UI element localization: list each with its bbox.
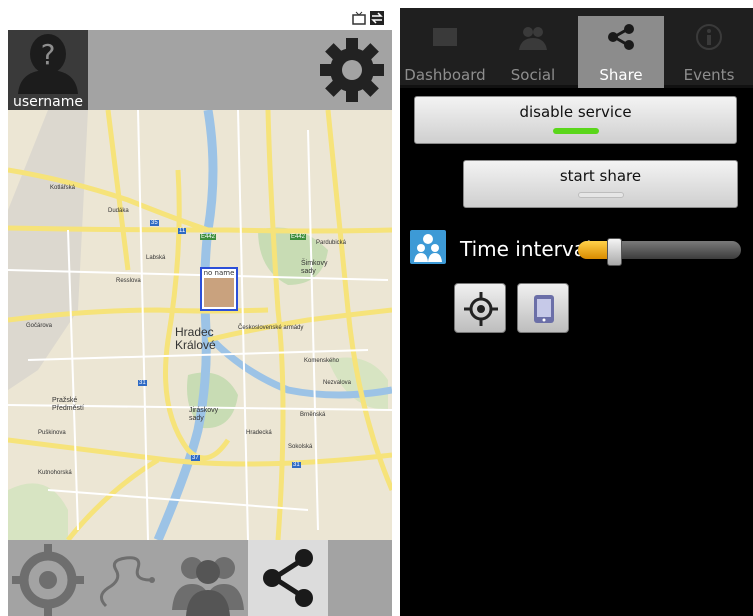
tab-label: Dashboard — [404, 66, 486, 84]
settings-gear-icon[interactable] — [316, 34, 388, 106]
district-label: Pražské Předměstí — [52, 397, 84, 412]
username-label: username — [13, 94, 83, 110]
crosshair-icon — [464, 292, 498, 326]
share-icon — [608, 24, 634, 50]
svg-text:?: ? — [41, 38, 56, 71]
time-interval-label: Time interval — [460, 237, 592, 261]
locate-me-button[interactable] — [454, 283, 506, 333]
slider-thumb[interactable] — [607, 238, 622, 266]
time-interval-icon — [410, 230, 446, 264]
street-label: Hradecká — [246, 430, 272, 436]
marker-label: no name — [203, 269, 235, 277]
phone-icon — [534, 295, 554, 323]
friends-icon — [172, 557, 244, 616]
share-icon — [263, 549, 313, 607]
street-label: Komenského — [304, 358, 340, 364]
disable-service-button[interactable]: disable service — [414, 96, 737, 144]
tab-events[interactable]: Events — [666, 16, 752, 88]
locate-nav-button[interactable] — [8, 540, 88, 616]
tab-label: Social — [510, 66, 556, 84]
road-shield: 11 — [178, 228, 187, 234]
route-nav-button[interactable] — [88, 540, 168, 616]
tab-share[interactable]: Share — [578, 16, 664, 88]
street-label: Sokolská — [288, 444, 313, 450]
street-label: Pardubická — [316, 240, 347, 246]
time-interval-row: Time interval — [410, 228, 750, 268]
road-shield: E442 — [200, 234, 217, 240]
park-label: Šimkovy sady — [301, 260, 328, 275]
button-label: disable service — [519, 103, 632, 121]
street-label: Resslova — [116, 278, 141, 284]
tab-social[interactable]: Social — [490, 16, 576, 88]
map-view[interactable]: no name Hradec Králové Šimkovy sady Jirá… — [8, 110, 392, 540]
dashboard-icon — [433, 28, 457, 46]
street-label: Kotlářská — [50, 185, 76, 191]
left-phone-screen: ? username no name Hradec Králové Šimkov… — [8, 8, 392, 616]
user-photo — [204, 278, 234, 307]
street-label: Gočárova — [26, 323, 53, 329]
street-label: Československé armády — [238, 325, 304, 331]
user-location-marker[interactable]: no name — [200, 267, 238, 311]
start-share-button[interactable]: start share — [463, 160, 738, 208]
street-label: Puškinova — [38, 430, 66, 436]
crosshair-icon — [12, 544, 84, 616]
sync-icon — [370, 11, 384, 25]
road-shield: 31 — [138, 380, 147, 386]
tab-label: Events — [683, 66, 735, 84]
avatar[interactable]: ? username — [8, 30, 88, 110]
city-label: Hradec Králové — [175, 325, 216, 352]
tv-icon — [352, 11, 366, 25]
street-label: Brněnská — [300, 412, 326, 418]
road-shield: E442 — [290, 234, 307, 240]
route-icon — [100, 556, 155, 608]
unknown-user-icon: ? — [18, 34, 78, 94]
bottom-navigation — [8, 540, 392, 616]
tab-dashboard[interactable]: Dashboard — [402, 16, 488, 88]
road-shield: 31 — [292, 462, 301, 468]
street-label: Dudáka — [108, 208, 129, 214]
road-shield: 37 — [191, 455, 200, 461]
street-label: Labská — [146, 255, 166, 261]
button-label: start share — [559, 167, 642, 185]
time-interval-slider[interactable] — [578, 238, 741, 266]
street-label: Nezvalova — [323, 380, 352, 386]
phone-app-button[interactable] — [517, 283, 569, 333]
street-label: Kutnohorská — [38, 470, 72, 476]
share-nav-button[interactable] — [248, 540, 328, 616]
road-shield: 35 — [150, 220, 159, 226]
left-header: ? username — [8, 30, 392, 110]
share-status-indicator — [577, 192, 624, 198]
service-status-indicator — [552, 128, 599, 134]
social-icon — [519, 27, 547, 50]
info-icon — [696, 24, 722, 50]
park-label: Jiráskovy sady — [189, 407, 219, 422]
status-bar — [8, 8, 392, 30]
friends-nav-button[interactable] — [168, 540, 248, 616]
people-location-icon — [414, 234, 442, 262]
right-phone-screen: Dashboard Social Share Events disable se… — [400, 8, 753, 616]
tab-label: Share — [599, 66, 643, 84]
tab-bar: Dashboard Social Share Events — [400, 8, 753, 88]
